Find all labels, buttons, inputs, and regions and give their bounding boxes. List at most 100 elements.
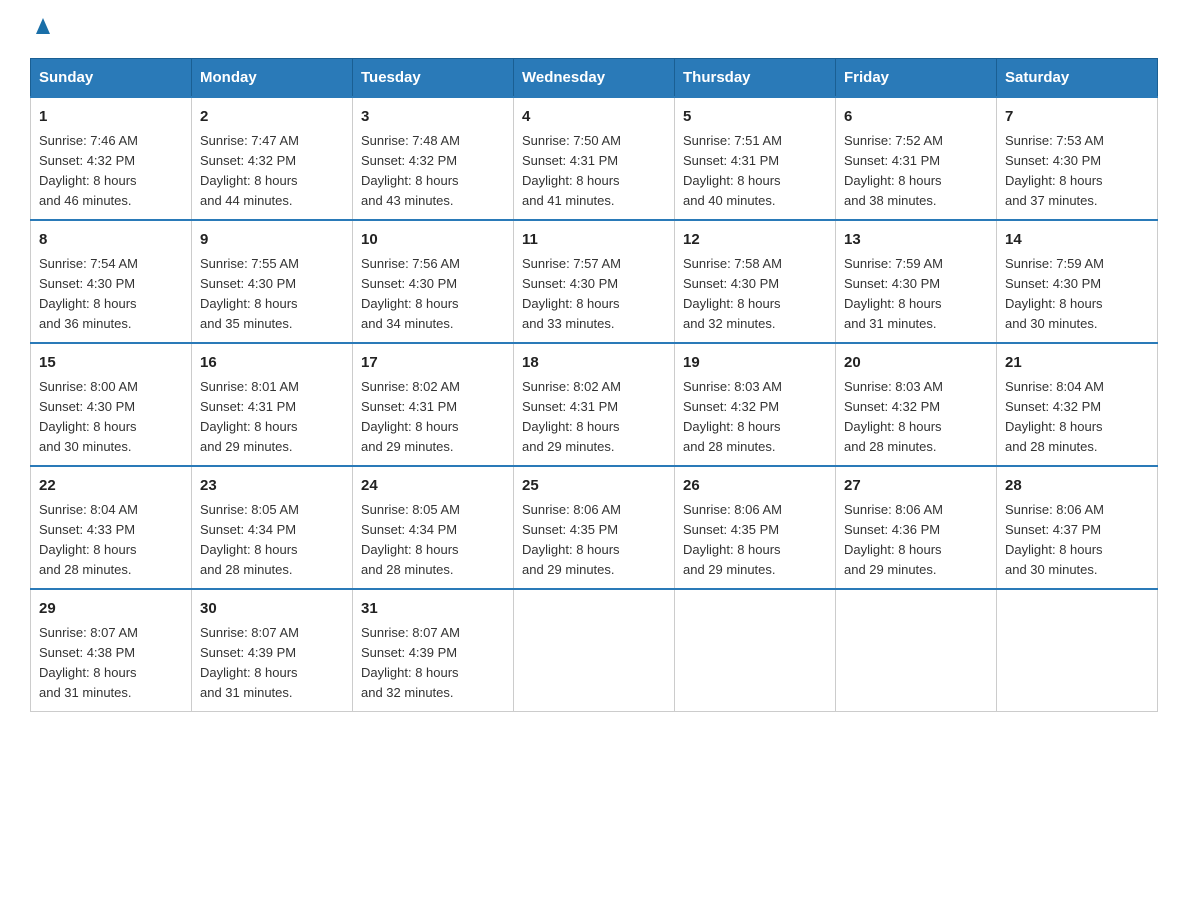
calendar-cell: 24 Sunrise: 8:05 AM Sunset: 4:34 PM Dayl… [353,466,514,589]
day-info: Sunrise: 7:55 AM Sunset: 4:30 PM Dayligh… [200,254,344,335]
day-info: Sunrise: 8:04 AM Sunset: 4:32 PM Dayligh… [1005,377,1149,458]
calendar-cell: 11 Sunrise: 7:57 AM Sunset: 4:30 PM Dayl… [514,220,675,343]
day-info: Sunrise: 8:02 AM Sunset: 4:31 PM Dayligh… [522,377,666,458]
day-number: 3 [361,106,505,129]
calendar-cell: 3 Sunrise: 7:48 AM Sunset: 4:32 PM Dayli… [353,97,514,220]
week-row-3: 15 Sunrise: 8:00 AM Sunset: 4:30 PM Dayl… [31,343,1158,466]
day-info: Sunrise: 8:04 AM Sunset: 4:33 PM Dayligh… [39,500,183,581]
calendar-cell: 22 Sunrise: 8:04 AM Sunset: 4:33 PM Dayl… [31,466,192,589]
day-info: Sunrise: 8:02 AM Sunset: 4:31 PM Dayligh… [361,377,505,458]
week-row-5: 29 Sunrise: 8:07 AM Sunset: 4:38 PM Dayl… [31,589,1158,712]
day-info: Sunrise: 8:03 AM Sunset: 4:32 PM Dayligh… [844,377,988,458]
calendar-cell: 9 Sunrise: 7:55 AM Sunset: 4:30 PM Dayli… [192,220,353,343]
day-info: Sunrise: 7:58 AM Sunset: 4:30 PM Dayligh… [683,254,827,335]
column-header-saturday: Saturday [997,59,1158,98]
day-info: Sunrise: 8:06 AM Sunset: 4:36 PM Dayligh… [844,500,988,581]
day-info: Sunrise: 8:01 AM Sunset: 4:31 PM Dayligh… [200,377,344,458]
day-info: Sunrise: 8:05 AM Sunset: 4:34 PM Dayligh… [200,500,344,581]
calendar-cell: 19 Sunrise: 8:03 AM Sunset: 4:32 PM Dayl… [675,343,836,466]
calendar-cell: 5 Sunrise: 7:51 AM Sunset: 4:31 PM Dayli… [675,97,836,220]
calendar-cell: 31 Sunrise: 8:07 AM Sunset: 4:39 PM Dayl… [353,589,514,712]
day-info: Sunrise: 7:59 AM Sunset: 4:30 PM Dayligh… [1005,254,1149,335]
calendar-cell [997,589,1158,712]
day-number: 17 [361,352,505,375]
column-header-monday: Monday [192,59,353,98]
calendar-cell: 27 Sunrise: 8:06 AM Sunset: 4:36 PM Dayl… [836,466,997,589]
calendar-cell: 1 Sunrise: 7:46 AM Sunset: 4:32 PM Dayli… [31,97,192,220]
day-number: 9 [200,229,344,252]
logo [30,20,54,38]
calendar-cell: 16 Sunrise: 8:01 AM Sunset: 4:31 PM Dayl… [192,343,353,466]
column-header-thursday: Thursday [675,59,836,98]
page-header [30,20,1158,38]
calendar-cell: 25 Sunrise: 8:06 AM Sunset: 4:35 PM Dayl… [514,466,675,589]
calendar-cell: 13 Sunrise: 7:59 AM Sunset: 4:30 PM Dayl… [836,220,997,343]
day-number: 7 [1005,106,1149,129]
day-info: Sunrise: 8:05 AM Sunset: 4:34 PM Dayligh… [361,500,505,581]
day-info: Sunrise: 8:06 AM Sunset: 4:35 PM Dayligh… [683,500,827,581]
day-info: Sunrise: 7:50 AM Sunset: 4:31 PM Dayligh… [522,131,666,212]
column-header-wednesday: Wednesday [514,59,675,98]
calendar-cell: 21 Sunrise: 8:04 AM Sunset: 4:32 PM Dayl… [997,343,1158,466]
day-number: 2 [200,106,344,129]
calendar-cell: 14 Sunrise: 7:59 AM Sunset: 4:30 PM Dayl… [997,220,1158,343]
day-number: 11 [522,229,666,252]
calendar-cell: 28 Sunrise: 8:06 AM Sunset: 4:37 PM Dayl… [997,466,1158,589]
day-number: 10 [361,229,505,252]
calendar-cell: 6 Sunrise: 7:52 AM Sunset: 4:31 PM Dayli… [836,97,997,220]
day-number: 24 [361,475,505,498]
day-info: Sunrise: 8:07 AM Sunset: 4:38 PM Dayligh… [39,623,183,704]
day-number: 12 [683,229,827,252]
day-number: 31 [361,598,505,621]
day-number: 8 [39,229,183,252]
calendar-cell: 10 Sunrise: 7:56 AM Sunset: 4:30 PM Dayl… [353,220,514,343]
day-number: 27 [844,475,988,498]
calendar-cell: 2 Sunrise: 7:47 AM Sunset: 4:32 PM Dayli… [192,97,353,220]
column-header-tuesday: Tuesday [353,59,514,98]
calendar-cell [514,589,675,712]
day-number: 25 [522,475,666,498]
day-info: Sunrise: 7:47 AM Sunset: 4:32 PM Dayligh… [200,131,344,212]
day-info: Sunrise: 7:48 AM Sunset: 4:32 PM Dayligh… [361,131,505,212]
calendar-cell [836,589,997,712]
calendar-table: SundayMondayTuesdayWednesdayThursdayFrid… [30,58,1158,712]
day-info: Sunrise: 8:03 AM Sunset: 4:32 PM Dayligh… [683,377,827,458]
day-number: 16 [200,352,344,375]
day-info: Sunrise: 8:06 AM Sunset: 4:37 PM Dayligh… [1005,500,1149,581]
calendar-cell: 30 Sunrise: 8:07 AM Sunset: 4:39 PM Dayl… [192,589,353,712]
day-number: 4 [522,106,666,129]
day-number: 21 [1005,352,1149,375]
day-info: Sunrise: 7:54 AM Sunset: 4:30 PM Dayligh… [39,254,183,335]
day-info: Sunrise: 8:00 AM Sunset: 4:30 PM Dayligh… [39,377,183,458]
week-row-4: 22 Sunrise: 8:04 AM Sunset: 4:33 PM Dayl… [31,466,1158,589]
calendar-cell: 17 Sunrise: 8:02 AM Sunset: 4:31 PM Dayl… [353,343,514,466]
calendar-cell: 29 Sunrise: 8:07 AM Sunset: 4:38 PM Dayl… [31,589,192,712]
day-info: Sunrise: 8:07 AM Sunset: 4:39 PM Dayligh… [200,623,344,704]
calendar-cell: 20 Sunrise: 8:03 AM Sunset: 4:32 PM Dayl… [836,343,997,466]
calendar-cell: 8 Sunrise: 7:54 AM Sunset: 4:30 PM Dayli… [31,220,192,343]
day-number: 6 [844,106,988,129]
day-number: 28 [1005,475,1149,498]
day-number: 5 [683,106,827,129]
calendar-cell [675,589,836,712]
calendar-header-row: SundayMondayTuesdayWednesdayThursdayFrid… [31,59,1158,98]
day-number: 1 [39,106,183,129]
day-info: Sunrise: 8:06 AM Sunset: 4:35 PM Dayligh… [522,500,666,581]
calendar-cell: 23 Sunrise: 8:05 AM Sunset: 4:34 PM Dayl… [192,466,353,589]
day-number: 18 [522,352,666,375]
day-info: Sunrise: 7:59 AM Sunset: 4:30 PM Dayligh… [844,254,988,335]
day-number: 15 [39,352,183,375]
day-info: Sunrise: 7:52 AM Sunset: 4:31 PM Dayligh… [844,131,988,212]
day-number: 13 [844,229,988,252]
day-info: Sunrise: 7:46 AM Sunset: 4:32 PM Dayligh… [39,131,183,212]
day-number: 20 [844,352,988,375]
logo-arrow-icon [32,16,54,38]
week-row-1: 1 Sunrise: 7:46 AM Sunset: 4:32 PM Dayli… [31,97,1158,220]
calendar-cell: 12 Sunrise: 7:58 AM Sunset: 4:30 PM Dayl… [675,220,836,343]
column-header-sunday: Sunday [31,59,192,98]
calendar-cell: 7 Sunrise: 7:53 AM Sunset: 4:30 PM Dayli… [997,97,1158,220]
calendar-cell: 26 Sunrise: 8:06 AM Sunset: 4:35 PM Dayl… [675,466,836,589]
day-info: Sunrise: 7:56 AM Sunset: 4:30 PM Dayligh… [361,254,505,335]
day-number: 23 [200,475,344,498]
day-number: 26 [683,475,827,498]
